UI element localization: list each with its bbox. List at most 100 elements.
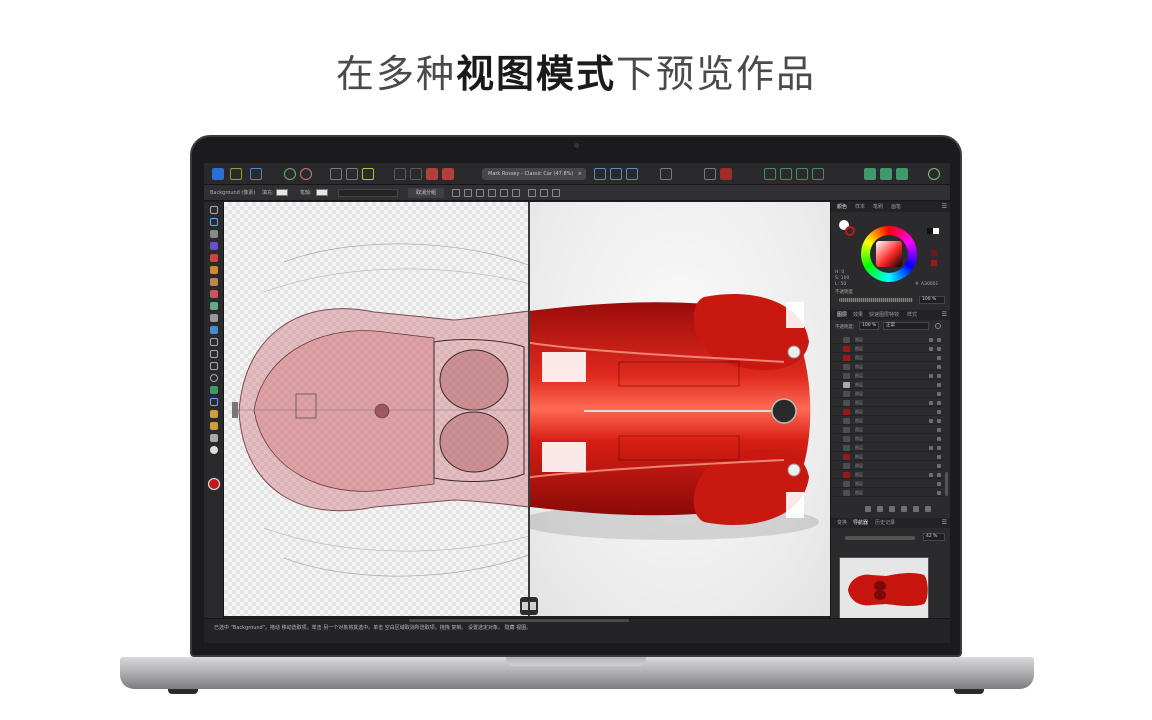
- stroke-width-field[interactable]: [338, 189, 398, 197]
- layer-row[interactable]: 图层: [833, 408, 943, 416]
- geometry-add-icon[interactable]: [764, 168, 776, 180]
- layer-visibility-icon[interactable]: [937, 392, 941, 396]
- app-logo-icon[interactable]: [212, 168, 224, 180]
- tab-transform[interactable]: 变换: [837, 518, 847, 528]
- record-icon[interactable]: [720, 168, 732, 180]
- primary-color-well[interactable]: [208, 478, 220, 490]
- layer-visibility-icon[interactable]: [937, 401, 941, 405]
- layer-visibility-icon[interactable]: [937, 473, 941, 477]
- layer-visibility-icon[interactable]: [937, 410, 941, 414]
- transform-icon[interactable]: [660, 168, 672, 180]
- layer-row[interactable]: 图层: [833, 435, 943, 443]
- layer-row[interactable]: 图层: [833, 453, 943, 461]
- opacity-slider[interactable]: [839, 298, 913, 302]
- place-image-tool-icon[interactable]: [210, 326, 218, 334]
- assistant-gear-icon[interactable]: [300, 168, 312, 180]
- layer-visibility-icon[interactable]: [937, 437, 941, 441]
- navigator-panel-menu-icon[interactable]: ☰: [942, 518, 947, 528]
- mask-layer-icon[interactable]: [913, 506, 919, 512]
- layer-row[interactable]: 图层: [833, 363, 943, 371]
- color-triangle[interactable]: [876, 241, 902, 267]
- artboard-tool-icon[interactable]: [210, 218, 218, 226]
- layers-scrollbar[interactable]: [945, 472, 948, 496]
- cloud-icon[interactable]: [896, 168, 908, 180]
- settings-gear-icon[interactable]: [284, 168, 296, 180]
- lock-icon[interactable]: [552, 189, 560, 197]
- node-tool-icon[interactable]: [210, 230, 218, 238]
- vector-brush-tool-icon[interactable]: [210, 302, 218, 310]
- layer-row[interactable]: 图层: [833, 471, 943, 479]
- layer-visibility-icon[interactable]: [937, 347, 941, 351]
- layer-row[interactable]: 图层: [833, 489, 943, 497]
- layer-settings-gear-icon[interactable]: [935, 323, 941, 329]
- pencil-tool-icon[interactable]: [210, 278, 218, 286]
- erase-tool-icon[interactable]: [210, 314, 218, 322]
- layer-row[interactable]: 图层: [833, 480, 943, 488]
- eyedropper-tool-icon[interactable]: [210, 422, 218, 430]
- layer-visibility-icon[interactable]: [937, 356, 941, 360]
- tab-swatches[interactable]: 样本: [855, 202, 865, 212]
- mask-icon[interactable]: [426, 168, 438, 180]
- layer-visibility-icon[interactable]: [937, 383, 941, 387]
- layer-visibility-icon[interactable]: [937, 482, 941, 486]
- layer-row[interactable]: 图层: [833, 381, 943, 389]
- tab-stroke[interactable]: 笔刷: [873, 202, 883, 212]
- swatch-black[interactable]: [927, 228, 933, 234]
- layer-row[interactable]: 图层: [833, 417, 943, 425]
- zoom-slider[interactable]: [845, 536, 915, 540]
- persona-export-icon[interactable]: [250, 168, 262, 180]
- layer-visibility-icon[interactable]: [937, 464, 941, 468]
- layer-lock-icon[interactable]: [929, 338, 933, 342]
- color-panel-menu-icon[interactable]: ☰: [942, 202, 947, 212]
- view-mode-icon[interactable]: [594, 168, 606, 180]
- split-view-icon[interactable]: [610, 168, 622, 180]
- layer-lock-icon[interactable]: [929, 473, 933, 477]
- align-center-icon[interactable]: [464, 189, 472, 197]
- layer-row[interactable]: 图层: [833, 372, 943, 380]
- layer-row[interactable]: 图层: [833, 399, 943, 407]
- color-wheel[interactable]: [861, 226, 917, 282]
- layer-visibility-icon[interactable]: [937, 455, 941, 459]
- split-divider[interactable]: [528, 202, 530, 616]
- layer-row[interactable]: 图层: [833, 390, 943, 398]
- zoom-tool-icon[interactable]: [210, 446, 218, 454]
- layers-panel-menu-icon[interactable]: ☰: [942, 310, 947, 320]
- rounded-rect-tool-icon[interactable]: [210, 374, 218, 382]
- tab-color[interactable]: 颜色: [837, 202, 847, 212]
- boolean-icon[interactable]: [704, 168, 716, 180]
- swatch-white[interactable]: [933, 228, 939, 234]
- flip-icon[interactable]: [500, 189, 508, 197]
- close-tab-icon[interactable]: ×: [578, 168, 582, 180]
- hex-value[interactable]: A30001: [921, 282, 938, 287]
- layer-row[interactable]: 图层: [833, 336, 943, 344]
- tab-brushes[interactable]: 画笔: [891, 202, 901, 212]
- rectangle-tool-icon[interactable]: [210, 350, 218, 358]
- layer-lock-icon[interactable]: [929, 446, 933, 450]
- tab-quick-fx[interactable]: 快速图层特效: [869, 310, 899, 320]
- tab-effects[interactable]: 效果: [853, 310, 863, 320]
- document-tab[interactable]: Mark Rossey - Classic Car (47.8%) ×: [482, 168, 586, 180]
- blend-mode-select[interactable]: 正常: [883, 322, 929, 330]
- align-right-icon[interactable]: [476, 189, 484, 197]
- layer-row[interactable]: 图层: [833, 462, 943, 470]
- add-group-icon[interactable]: [877, 506, 883, 512]
- layer-opacity-field[interactable]: 100 %: [859, 322, 879, 330]
- deselect-group-button[interactable]: 取消分组: [408, 188, 444, 198]
- crop-tool-icon[interactable]: [210, 338, 218, 346]
- layer-visibility-icon[interactable]: [937, 491, 941, 495]
- layer-lock-icon[interactable]: [929, 374, 933, 378]
- fx-icon[interactable]: [901, 506, 907, 512]
- navigator-preview[interactable]: [839, 557, 929, 621]
- align-left-icon[interactable]: [452, 189, 460, 197]
- transparency-tool-icon[interactable]: [210, 266, 218, 274]
- color-opacity-field[interactable]: 100 %: [919, 296, 945, 304]
- layer-visibility-icon[interactable]: [937, 419, 941, 423]
- tab-history[interactable]: 历史记录: [875, 518, 895, 528]
- layer-visibility-icon[interactable]: [937, 338, 941, 342]
- layer-lock-icon[interactable]: [929, 419, 933, 423]
- stroke-swatch[interactable]: [316, 189, 328, 196]
- layer-visibility-icon[interactable]: [937, 365, 941, 369]
- paint-brush-tool-icon[interactable]: [210, 290, 218, 298]
- zoom-field[interactable]: 42 %: [923, 533, 945, 541]
- layer-row[interactable]: 图层: [833, 354, 943, 362]
